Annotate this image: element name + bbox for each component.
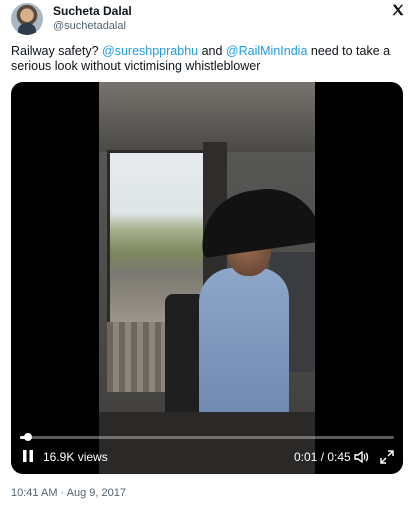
video-player[interactable]: 16.9K views 0:01 / 0:45 xyxy=(11,82,403,474)
tweet-timestamp[interactable]: 10:41 AM · Aug 9, 2017 xyxy=(11,487,126,499)
progress-handle[interactable] xyxy=(24,433,33,441)
volume-icon[interactable] xyxy=(353,449,369,465)
view-count: 16.9K views xyxy=(43,450,108,464)
text-segment: Railway safety? xyxy=(11,44,103,58)
video-frame xyxy=(99,82,315,474)
text-segment: and xyxy=(198,44,226,58)
author-handle[interactable]: @suchetadalal xyxy=(53,20,126,32)
x-logo-icon[interactable] xyxy=(391,3,405,17)
fullscreen-icon[interactable] xyxy=(379,449,395,465)
driver-body xyxy=(199,268,289,418)
video-controls: 16.9K views 0:01 / 0:45 xyxy=(11,446,403,468)
tweet-text: Railway safety? @sureshpprabhu and @Rail… xyxy=(11,44,405,74)
playback-time: 0:01 / 0:45 xyxy=(294,450,351,464)
mention-link[interactable]: @sureshpprabhu xyxy=(102,44,198,58)
mention-link[interactable]: @RailMinIndia xyxy=(226,44,307,58)
author-name[interactable]: Sucheta Dalal xyxy=(53,4,132,18)
progress-bar[interactable] xyxy=(20,433,394,441)
avatar[interactable] xyxy=(11,3,43,35)
tweet-header: Sucheta Dalal @suchetadalal xyxy=(11,3,405,37)
pause-icon[interactable] xyxy=(21,449,35,463)
